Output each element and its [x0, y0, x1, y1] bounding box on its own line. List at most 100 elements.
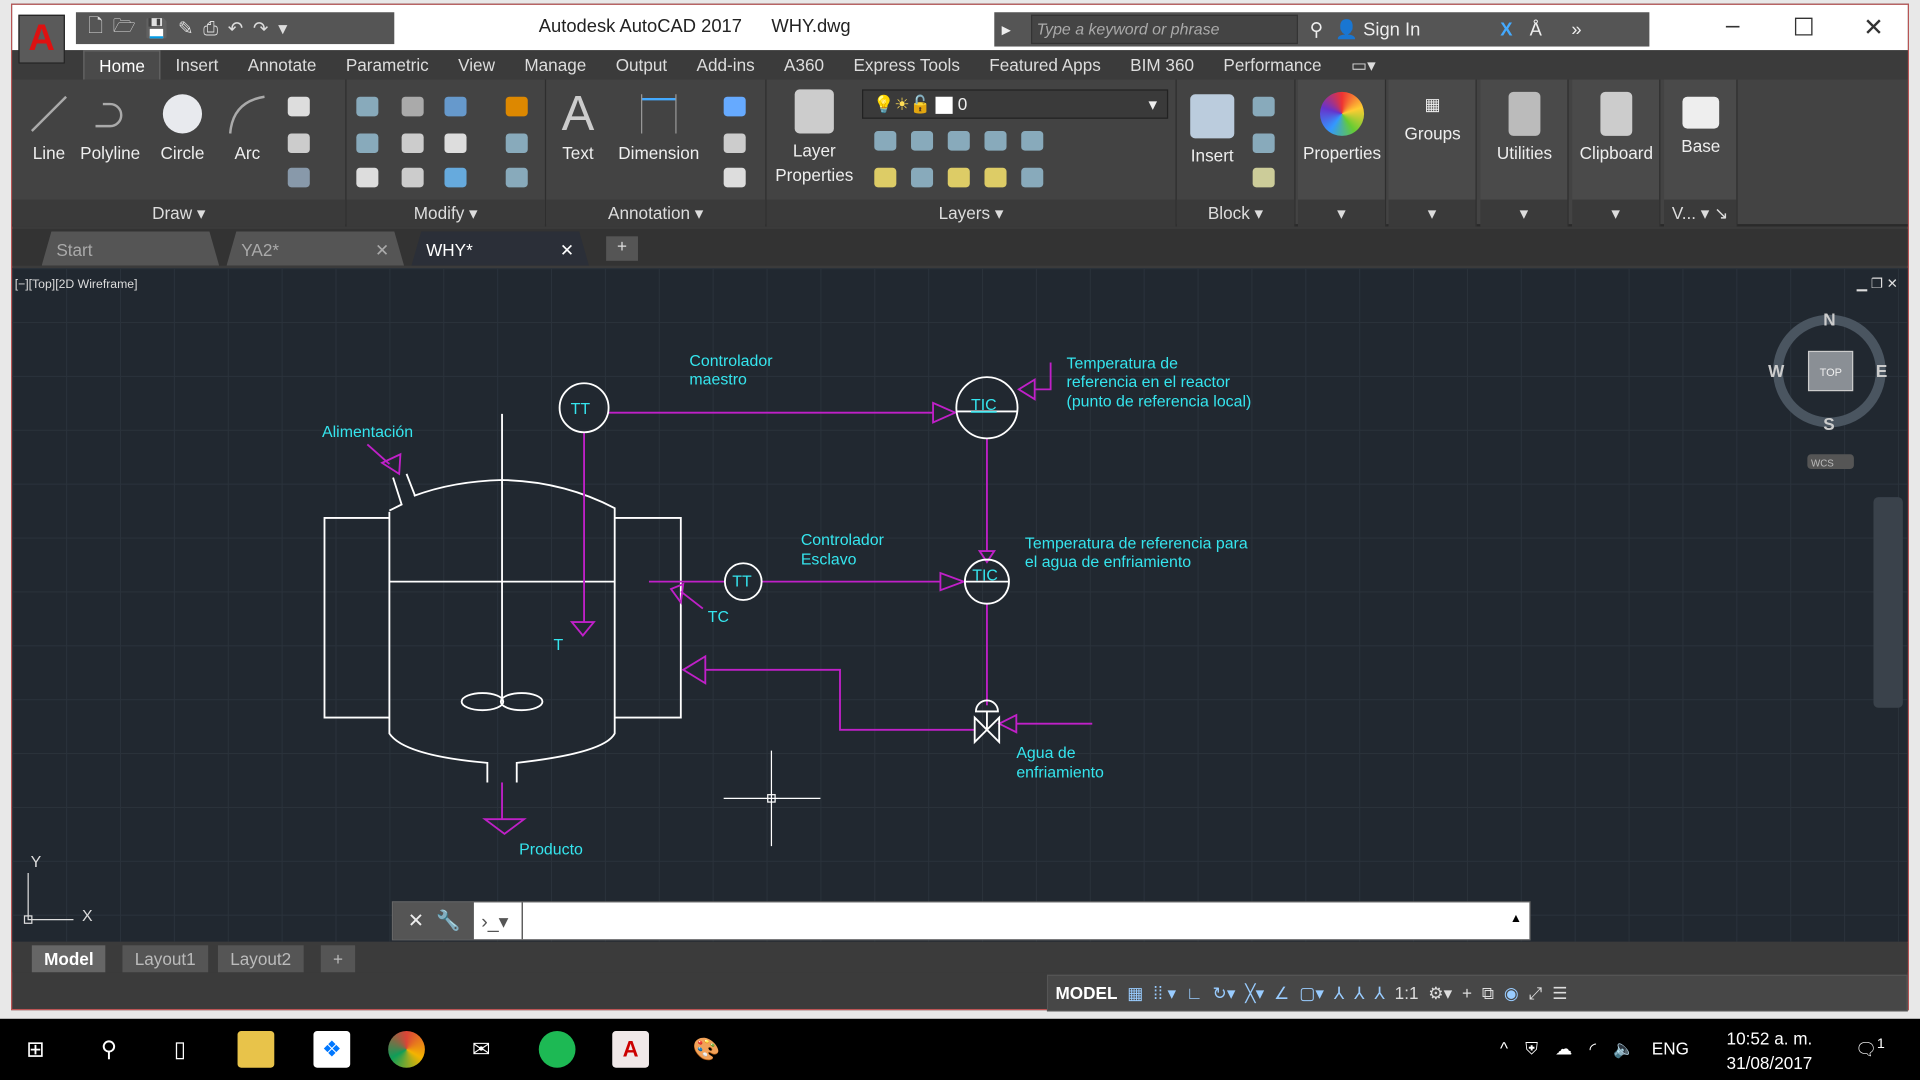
sign-in-button[interactable]: Sign In [1363, 19, 1485, 40]
layer-on-icon[interactable] [874, 167, 897, 188]
search-input[interactable]: Type a keyword or phrase [1030, 14, 1298, 45]
edit-block-icon[interactable] [1252, 133, 1275, 154]
ribbon-toggle-icon[interactable]: ▭▾ [1336, 50, 1390, 79]
object-snap-tracking-icon[interactable]: ∠ [1274, 983, 1289, 1004]
trim-icon[interactable] [444, 96, 467, 117]
layer-unlock-icon[interactable] [984, 167, 1007, 188]
windows-start-icon[interactable]: ⊞ [17, 1031, 54, 1068]
paint-icon[interactable]: 🎨 [688, 1031, 725, 1068]
undo-icon[interactable]: ↶ [228, 17, 243, 39]
command-history-icon[interactable]: ▲ [1510, 912, 1522, 925]
snap-icon[interactable]: ⁞⁞ ▾ [1153, 983, 1176, 1004]
model-space-button[interactable]: MODEL [1056, 983, 1118, 1003]
isolate-icon[interactable]: ⧉ [1482, 983, 1494, 1004]
search-icon[interactable]: ⚲ [91, 1031, 128, 1068]
groups-panel[interactable]: ▦ Groups ▾ [1388, 79, 1477, 227]
new-tab-button[interactable]: + [606, 236, 638, 261]
layer-unisolate-icon[interactable] [911, 167, 934, 188]
polyline-tool[interactable]: Polyline [80, 92, 141, 165]
close-icon[interactable]: ✕ [408, 909, 424, 933]
tab-ya2[interactable]: YA2* ✕ [227, 231, 405, 265]
rectangle-icon[interactable] [287, 96, 310, 117]
print-icon[interactable]: ⎙ [203, 18, 218, 39]
scale-dropdown[interactable]: 1:1 [1395, 983, 1419, 1003]
wrench-icon[interactable]: 🔧 [436, 909, 460, 933]
array-icon[interactable] [444, 167, 467, 188]
add-layout-button[interactable]: + [320, 945, 356, 973]
view-panel-title[interactable]: V... ▾ ↘ [1664, 199, 1737, 227]
application-menu-button[interactable]: A [18, 14, 65, 64]
attribute-icon[interactable] [1252, 167, 1275, 188]
viewcube[interactable]: TOP N S E W WCS [1768, 310, 1887, 470]
dropbox-icon[interactable]: ❖ [313, 1031, 351, 1068]
tab-manage[interactable]: Manage [510, 50, 601, 79]
exchange-icon[interactable]: X [1500, 19, 1512, 40]
move-icon[interactable] [356, 96, 379, 117]
clipboard-panel[interactable]: Clipboard ▾ [1572, 79, 1661, 227]
layer-isolate-icon[interactable] [911, 131, 934, 151]
draw-panel-title[interactable]: Draw ▾ [12, 199, 346, 227]
linear-icon[interactable] [723, 96, 746, 117]
tab-bim-360[interactable]: BIM 360 [1115, 50, 1208, 79]
autocad-taskbar-icon[interactable]: A [612, 1031, 649, 1068]
more-icon[interactable]: » [1571, 19, 1581, 40]
layer-freeze-icon[interactable] [947, 131, 970, 151]
explode-icon[interactable] [505, 133, 528, 154]
mirror-icon[interactable] [401, 133, 424, 154]
tab-express-tools[interactable]: Express Tools [839, 50, 975, 79]
layer-lock-icon[interactable] [984, 131, 1007, 151]
tab-annotate[interactable]: Annotate [233, 50, 331, 79]
maximize-button[interactable]: ☐ [1779, 12, 1828, 43]
close-icon[interactable]: ✕ [375, 240, 389, 261]
file-explorer-icon[interactable] [237, 1031, 275, 1068]
plus-icon[interactable]: + [1462, 983, 1472, 1003]
erase-icon[interactable] [505, 96, 528, 117]
copy-icon[interactable] [356, 133, 379, 154]
tab-insert[interactable]: Insert [161, 50, 233, 79]
tab-layout1[interactable]: Layout1 [122, 945, 208, 973]
view-panel[interactable]: Base V... ▾ ↘ [1664, 79, 1738, 227]
layer-dropdown[interactable]: 💡☀🔓 0 ▾ [862, 89, 1169, 119]
stretch-icon[interactable] [356, 167, 379, 188]
hardware-acceleration-icon[interactable]: ◉ [1504, 983, 1519, 1004]
tab-featured-apps[interactable]: Featured Apps [975, 50, 1116, 79]
autodesk-icon[interactable]: Å [1530, 19, 1542, 40]
layer-thaw-icon[interactable] [947, 167, 970, 188]
text-tool[interactable]: A Text [553, 87, 602, 165]
ortho-icon[interactable]: ∟ [1186, 983, 1203, 1003]
tab-layout2[interactable]: Layout2 [217, 945, 304, 973]
chevron-down-icon[interactable]: ▾ [1297, 199, 1385, 227]
minimize-button[interactable]: – [1708, 12, 1757, 40]
chevron-down-icon[interactable]: ▾ [1388, 199, 1476, 227]
task-view-icon[interactable]: ▯ [162, 1031, 199, 1068]
polar-icon[interactable]: ↻▾ [1213, 983, 1236, 1004]
open-icon[interactable]: 🗁 [113, 13, 136, 44]
annotation-panel-title[interactable]: Annotation ▾ [546, 199, 766, 227]
annotation-visibility-icon[interactable]: ⅄ [1334, 983, 1344, 1004]
object-snap-icon[interactable]: ▢▾ [1299, 983, 1324, 1004]
scale-icon[interactable] [401, 167, 424, 188]
block-panel-title[interactable]: Block ▾ [1176, 199, 1295, 227]
dimension-tool[interactable]: Dimension [612, 92, 705, 165]
drawing-canvas[interactable]: [−][Top][2D Wireframe] ▁ ❐ ✕ Alimentació… [12, 268, 1908, 942]
navigation-bar[interactable] [1873, 497, 1903, 708]
gear-icon[interactable]: ⚙▾ [1428, 983, 1452, 1004]
menu-icon[interactable]: ☰ [1552, 983, 1567, 1004]
tab-parametric[interactable]: Parametric [331, 50, 443, 79]
offset-icon[interactable] [505, 167, 528, 188]
mail-icon[interactable]: ✉ [463, 1031, 500, 1068]
onedrive-icon[interactable]: ☁ [1555, 1038, 1572, 1059]
expand-icon[interactable]: ▸ [1002, 18, 1011, 41]
wifi-icon[interactable]: ◜ [1589, 1038, 1596, 1059]
tab-performance[interactable]: Performance [1209, 50, 1337, 79]
tab-output[interactable]: Output [601, 50, 682, 79]
language-indicator[interactable]: ENG [1652, 1038, 1689, 1059]
customize-icon[interactable]: ▾ [278, 17, 287, 39]
leader-icon[interactable] [723, 133, 746, 154]
tab-a360[interactable]: A360 [769, 50, 838, 79]
layer-off-icon[interactable] [874, 131, 897, 151]
rotate-icon[interactable] [401, 96, 424, 117]
autoscale-icon[interactable]: ⅄ [1354, 983, 1364, 1004]
layer-properties-button[interactable]: Layer Properties [771, 89, 857, 187]
hatch-icon[interactable] [287, 133, 310, 154]
